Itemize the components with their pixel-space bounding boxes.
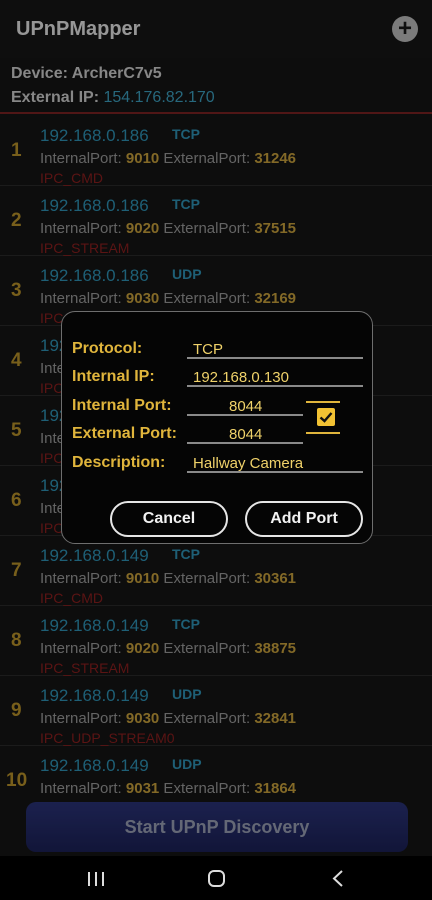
description-label: Description: (72, 454, 166, 471)
back-icon[interactable] (332, 870, 344, 887)
internal-port-field[interactable]: 8044 (229, 398, 262, 415)
link-bracket-bottom (306, 432, 340, 434)
cancel-button[interactable]: Cancel (110, 501, 228, 537)
home-icon[interactable] (208, 870, 225, 887)
recents-icon[interactable] (88, 872, 106, 886)
internal-port-label: Internal Port: (72, 397, 172, 414)
protocol-label: Protocol: (72, 340, 143, 357)
internal-ip-field[interactable]: 192.168.0.130 (193, 369, 289, 386)
protocol-field[interactable]: TCP (193, 341, 223, 358)
internal-ip-underline (187, 385, 363, 387)
link-bracket-top (306, 401, 340, 403)
external-port-underline (187, 442, 303, 444)
protocol-underline (187, 357, 363, 359)
description-field[interactable]: Hallway Camera (193, 455, 303, 472)
add-port-button[interactable]: Add Port (245, 501, 363, 537)
check-icon (319, 412, 333, 423)
add-port-dialog: Protocol: TCP Internal IP: 192.168.0.130… (61, 311, 373, 544)
external-port-label: External Port: (72, 425, 177, 442)
system-nav-bar (0, 856, 432, 900)
same-port-checkbox[interactable] (317, 408, 335, 426)
external-port-field[interactable]: 8044 (229, 426, 262, 443)
internal-ip-label: Internal IP: (72, 368, 155, 385)
description-underline (187, 471, 363, 473)
internal-port-underline (187, 414, 303, 416)
